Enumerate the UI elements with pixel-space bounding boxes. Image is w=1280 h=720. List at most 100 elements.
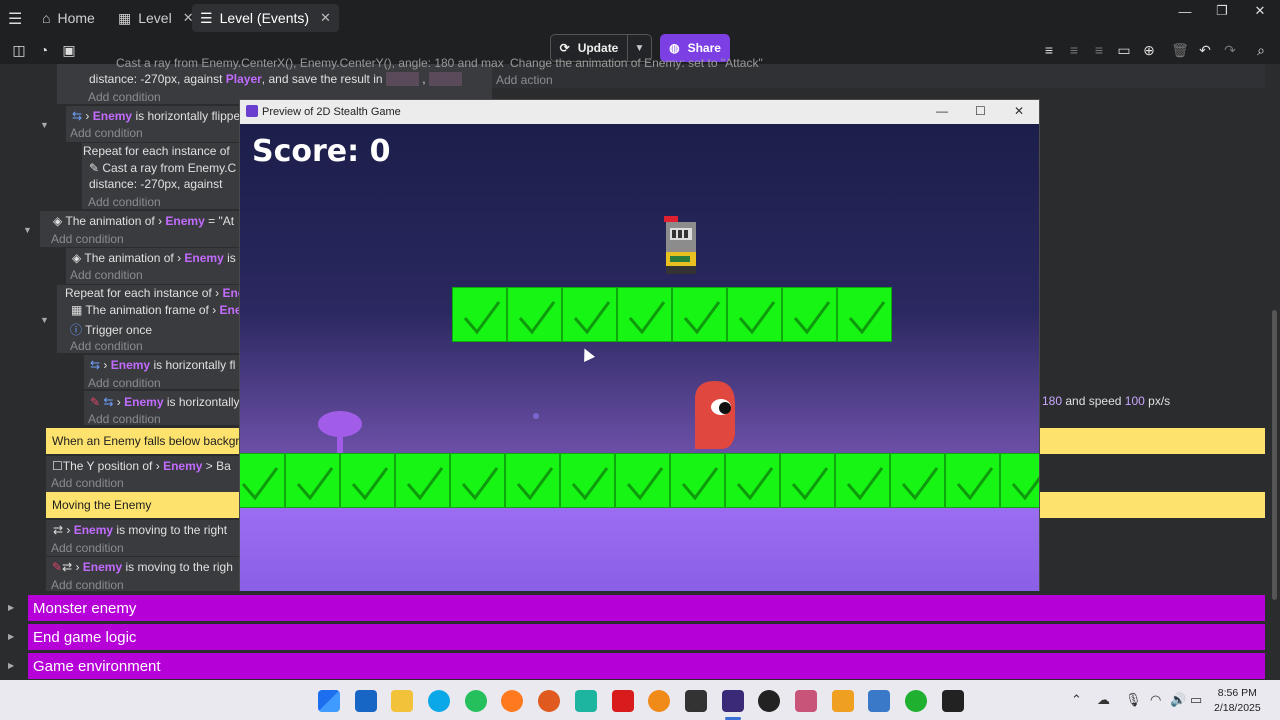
panels-icon[interactable]: ◫ [9,40,29,60]
menu-icon[interactable]: ☰ [8,9,22,29]
duckduckgo-icon[interactable] [538,690,560,712]
platform-tile [945,453,1000,508]
gdevelop-icon[interactable] [722,690,744,712]
restore-icon[interactable]: ❐ [1203,0,1241,22]
clock[interactable]: 8:56 PM 2/18/2025 [1214,686,1261,716]
add-condition[interactable]: Add condition [51,578,124,592]
add-condition[interactable]: Add condition [70,126,143,140]
export-icon[interactable]: ▣ [59,40,79,60]
chevron-right-icon[interactable]: ▶ [8,632,14,641]
netflix-icon[interactable] [612,690,634,712]
add-icon[interactable]: ⊕ [1139,40,1159,60]
condition-text: ⓘ Trigger once [70,323,153,337]
game-canvas[interactable]: Score: 0 [240,124,1039,591]
condition-text: ◈ The animation of › Enemy = "At [53,214,235,228]
close-tab-icon[interactable]: ✕ [320,10,331,26]
condition-text: Cast a ray from Enemy.CenterX(), Enemy.C… [116,56,504,70]
whatsapp-icon[interactable] [465,690,487,712]
platform-tile [507,287,562,342]
inkscape-icon[interactable] [685,690,707,712]
platform-tile [452,287,507,342]
platform-tile [395,453,450,508]
platform-tile [340,453,395,508]
group-game-environment[interactable]: Game environment [28,653,1265,679]
search-icon[interactable]: ⌕ [1251,40,1271,60]
add-condition[interactable]: Add condition [51,232,124,246]
refresh-icon: ⟳ [559,41,570,55]
editor-icon[interactable] [575,690,597,712]
condition-text: ✎ Cast a ray from Enemy.C [89,161,237,175]
platform-tile [837,287,892,342]
wifi-icon[interactable]: ◠ [1150,692,1161,708]
battery-icon[interactable]: ▭ [1190,692,1202,708]
debug-icon[interactable]: ◔ [34,40,54,60]
repeat-text: Repeat for each instance of [83,144,230,158]
delete-icon[interactable]: 🗑 [1170,40,1190,60]
microphone-icon[interactable]: 🎙 [1125,692,1142,708]
close-icon[interactable]: ✕ [1241,0,1279,22]
network-app-icon[interactable] [868,690,890,712]
add-condition[interactable]: Add condition [51,541,124,555]
platform-tile [615,453,670,508]
chevron-down-icon[interactable]: ▼ [40,315,49,325]
platform-tile [835,453,890,508]
group-monster-enemy[interactable]: Monster enemy [28,595,1265,621]
terminal-icon[interactable] [942,690,964,712]
scrollbar[interactable] [1272,310,1277,600]
condition-text: ⇄ › Enemy is moving to the right [53,523,228,537]
platform-tile [725,453,780,508]
add-condition[interactable]: Add condition [70,268,143,282]
chevron-down-icon[interactable]: ▼ [40,120,49,130]
repeat-text: Repeat for each instance of › Ene [65,286,245,300]
platform-tile [672,287,727,342]
add-event-icon[interactable]: ≡ [1039,40,1059,60]
action-text: Change the animation of Enemy: set to "A… [510,56,763,70]
grid-icon: ▦ [118,9,132,26]
game-icon[interactable] [795,690,817,712]
platform-tile [617,287,672,342]
chevron-right-icon[interactable]: ▶ [8,661,14,670]
skype-icon[interactable] [428,690,450,712]
add-or-icon[interactable]: ≡ [1089,40,1109,60]
add-condition[interactable]: Add condition [88,195,161,209]
add-condition[interactable]: Add condition [88,412,161,426]
comment-icon[interactable]: ▭ [1114,40,1134,60]
add-condition[interactable]: Add condition [70,339,143,353]
chevron-right-icon[interactable]: ▶ [8,603,14,612]
minimize-icon[interactable]: — [1166,0,1204,22]
add-condition[interactable]: Add condition [51,476,124,490]
folder-icon[interactable] [391,690,413,712]
volume-icon[interactable]: 🔊 [1170,692,1186,708]
redo-icon[interactable]: ↷ [1220,40,1240,60]
add-condition[interactable]: Add condition [88,376,161,390]
home-icon: ⌂ [42,10,51,26]
preview-window: Preview of 2D Stealth Game — ☐ ✕ Score: … [239,99,1040,591]
start-icon[interactable] [318,690,340,712]
undo-icon[interactable]: ↶ [1195,40,1215,60]
add-condition[interactable]: Add condition [88,90,161,104]
cloud-icon[interactable]: ☁ [1097,692,1110,708]
app-icon [246,105,258,117]
maximize-icon[interactable]: ☐ [975,104,986,118]
chevron-down-icon[interactable]: ▼ [23,225,32,235]
xbox-icon[interactable] [905,690,927,712]
add-action[interactable]: Add action [496,73,553,87]
platform-tile [782,287,837,342]
tab-home[interactable]: ⌂ Home [34,4,103,32]
chevron-up-icon[interactable]: ⌃ [1071,692,1082,708]
condition-text: distance: -270px, against Player, and sa… [89,72,462,86]
store-icon[interactable] [355,690,377,712]
close-icon[interactable]: ✕ [1014,104,1024,118]
platform-tile [240,453,285,508]
group-end-game-logic[interactable]: End game logic [28,624,1265,650]
platform-tile [505,453,560,508]
tab-level[interactable]: ▦ Level ✕ [110,4,202,32]
obs-icon[interactable] [758,690,780,712]
add-subevent-icon[interactable]: ≡ [1064,40,1084,60]
firefox-icon[interactable] [501,690,523,712]
fox-icon[interactable] [832,690,854,712]
taskbar: ⌃ ☁ 🎙 ◠ 🔊 ▭ 8:56 PM 2/18/2025 [0,680,1280,720]
tab-level-events[interactable]: ☰ Level (Events) ✕ [192,4,339,32]
minimize-icon[interactable]: — [936,104,948,118]
blender-icon[interactable] [648,690,670,712]
